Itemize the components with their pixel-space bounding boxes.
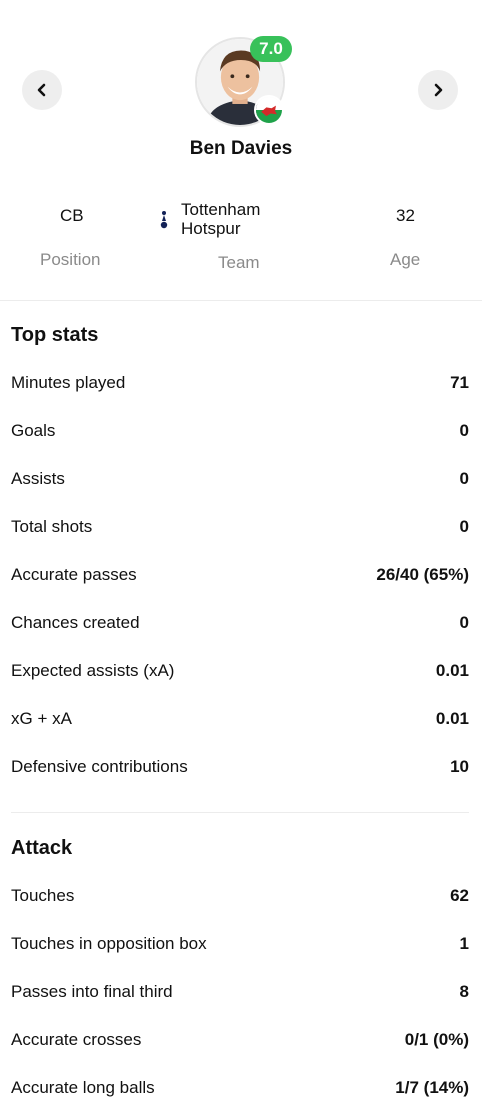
stat-value: 1/7 (14%) xyxy=(395,1078,469,1097)
next-player-button[interactable] xyxy=(418,70,458,110)
stat-label: Defensive contributions xyxy=(11,757,188,776)
stat-row: Total shots 0 xyxy=(11,512,469,542)
stat-label: Passes into final third xyxy=(11,982,173,1001)
stat-label: Minutes played xyxy=(11,373,126,392)
stat-value: 0/1 (0%) xyxy=(404,1030,469,1049)
stat-label: Accurate long balls xyxy=(11,1078,155,1097)
age-value: 32 xyxy=(396,206,415,225)
stat-row: Touches 62 xyxy=(11,881,469,911)
stat-row: Accurate passes 26/40 (65%) xyxy=(11,560,469,590)
wales-flag-icon xyxy=(254,95,284,125)
stat-row: xG + xA 0.01 xyxy=(11,704,469,734)
stat-value: 26/40 (65%) xyxy=(376,565,469,584)
player-rating-badge: 7.0 xyxy=(250,36,292,62)
stat-value: 0.01 xyxy=(435,709,469,728)
team-label: Team xyxy=(218,253,260,272)
position-label: Position xyxy=(40,250,101,269)
stat-value: 10 xyxy=(450,757,469,776)
stat-row: Accurate crosses 0/1 (0%) xyxy=(11,1025,469,1055)
age-label: Age xyxy=(390,250,421,269)
stat-value: 0 xyxy=(459,613,469,632)
stat-value: 0.01 xyxy=(435,661,469,680)
team-name-line1: Tottenham xyxy=(181,200,261,219)
section-divider xyxy=(11,812,469,813)
stat-label: xG + xA xyxy=(11,709,72,728)
stat-row: Assists 0 xyxy=(11,464,469,494)
chevron-right-icon xyxy=(434,83,443,97)
header-divider xyxy=(0,300,482,301)
stat-row: Touches in opposition box 1 xyxy=(11,929,469,959)
stat-value: 8 xyxy=(459,982,469,1001)
stat-row: Chances created 0 xyxy=(11,608,469,638)
attack-title: Attack xyxy=(11,837,73,859)
stat-value: 0 xyxy=(459,469,469,488)
previous-player-button[interactable] xyxy=(22,70,62,110)
team-name-line2: Hotspur xyxy=(181,219,241,238)
stat-row: Passes into final third 8 xyxy=(11,977,469,1007)
stat-row: Goals 0 xyxy=(11,416,469,446)
stat-label: Chances created xyxy=(11,613,140,632)
stat-value: 71 xyxy=(450,373,469,392)
stat-value: 62 xyxy=(450,886,469,905)
stat-label: Touches in opposition box xyxy=(11,934,207,953)
stat-row: Accurate long balls 1/7 (14%) xyxy=(11,1073,469,1103)
stat-label: Expected assists (xA) xyxy=(11,661,175,680)
stat-label: Total shots xyxy=(11,517,93,536)
stat-label: Accurate passes xyxy=(11,565,137,584)
stat-label: Assists xyxy=(11,469,65,488)
team-value[interactable]: Tottenham Hotspur xyxy=(181,200,260,238)
stat-label: Accurate crosses xyxy=(11,1030,142,1049)
stat-row: Defensive contributions 10 xyxy=(11,752,469,782)
chevron-left-icon xyxy=(37,83,46,97)
tottenham-crest-icon xyxy=(160,211,168,229)
stat-label: Goals xyxy=(11,421,56,440)
stat-label: Touches xyxy=(11,886,75,905)
stat-row: Expected assists (xA) 0.01 xyxy=(11,656,469,686)
position-value: CB xyxy=(60,206,84,225)
stat-value: 1 xyxy=(459,934,469,953)
stat-row: Minutes played 71 xyxy=(11,368,469,398)
stat-value: 0 xyxy=(459,421,469,440)
top-stats-title: Top stats xyxy=(11,324,99,346)
stat-value: 0 xyxy=(459,517,469,536)
player-name: Ben Davies xyxy=(189,138,293,159)
